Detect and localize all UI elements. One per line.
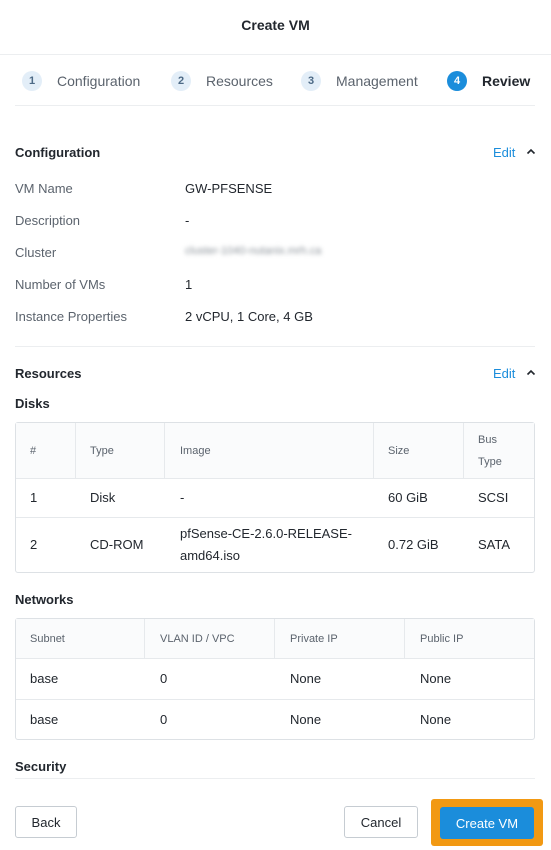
disk-size: 60 GiB <box>388 490 428 505</box>
cancel-button[interactable]: Cancel <box>344 806 418 838</box>
network-vlan: 0 <box>160 711 168 727</box>
disks-table: # Type Image Size Bus Type 1 Disk - 60 G… <box>15 422 535 573</box>
column-header-subnet: Subnet <box>30 632 65 645</box>
collapse-chevron-up-icon[interactable] <box>526 368 536 378</box>
step-label: Review <box>482 73 531 89</box>
table-row: base 0 None None <box>16 700 534 739</box>
description-value: - <box>185 213 190 228</box>
column-separator <box>164 423 165 478</box>
network-subnet: base <box>30 711 59 727</box>
disk-num: 1 <box>30 490 38 505</box>
networks-title: Networks <box>15 592 74 607</box>
step-number: 4 <box>447 71 467 91</box>
step-label: Resources <box>206 73 273 89</box>
vm-name-value: GW-PFSENSE <box>185 181 273 196</box>
column-separator <box>274 619 275 658</box>
instance-properties-value: 2 vCPU, 1 Core, 4 GB <box>185 309 313 324</box>
section-divider <box>15 346 535 347</box>
step-number: 3 <box>301 71 321 91</box>
number-of-vms-value: 1 <box>185 277 193 292</box>
disk-image: pfSense-CE-2.6.0-RELEASE- amd64.iso <box>180 518 352 572</box>
number-of-vms-label: Number of VMs <box>15 277 106 292</box>
column-header-public-ip: Public IP <box>420 632 464 645</box>
disk-size: 0.72 GiB <box>388 537 439 552</box>
table-row: 2 CD-ROM pfSense-CE-2.6.0-RELEASE- amd64… <box>16 518 534 572</box>
configuration-edit-link[interactable]: Edit <box>493 145 515 160</box>
collapse-chevron-up-icon[interactable] <box>526 147 536 157</box>
column-header-type: Type <box>90 444 114 457</box>
create-vm-button[interactable]: Create VM <box>440 807 534 839</box>
step-review[interactable]: 4 Review <box>447 70 530 92</box>
step-resources[interactable]: 2 Resources <box>171 70 273 92</box>
table-header-row: # Type Image Size Bus Type <box>16 423 534 479</box>
resources-section-title: Resources <box>15 366 82 381</box>
bus-header-line: Bus <box>478 433 497 446</box>
disk-bus: SATA <box>478 537 511 552</box>
disk-image: - <box>180 490 185 505</box>
disk-num: 2 <box>30 537 38 552</box>
wizard-steps: 1 Configuration 2 Resources 3 Management… <box>15 64 535 98</box>
footer-divider <box>15 778 535 779</box>
column-header-vlan: VLAN ID / VPC <box>160 632 235 645</box>
column-header-size: Size <box>388 444 410 457</box>
vm-name-label: VM Name <box>15 181 73 196</box>
table-row: 1 Disk - 60 GiB SCSI <box>16 479 534 518</box>
column-separator <box>463 423 464 478</box>
resources-edit-link[interactable]: Edit <box>493 366 515 381</box>
configuration-section-title: Configuration <box>15 145 101 160</box>
description-label: Description <box>15 213 81 228</box>
cluster-label: Cluster <box>15 245 57 260</box>
steps-divider <box>15 105 535 106</box>
column-header-image: Image <box>180 444 211 457</box>
network-private-ip: None <box>290 711 322 727</box>
disk-type: CD-ROM <box>90 537 144 552</box>
table-row: base 0 None None <box>16 659 534 700</box>
network-private-ip: None <box>290 671 322 686</box>
dialog-title: Create VM <box>241 17 310 33</box>
column-header-private-ip: Private IP <box>290 632 338 645</box>
column-separator <box>144 619 145 658</box>
column-separator <box>75 423 76 478</box>
instance-properties-label: Instance Properties <box>15 309 128 324</box>
network-subnet: base <box>30 671 59 686</box>
networks-table: Subnet VLAN ID / VPC Private IP Public I… <box>15 618 535 740</box>
column-separator <box>373 423 374 478</box>
column-header-bus-type: Bus Type <box>478 423 502 478</box>
disk-bus: SCSI <box>478 490 509 505</box>
column-separator <box>404 619 405 658</box>
step-configuration[interactable]: 1 Configuration <box>22 70 140 92</box>
disks-title: Disks <box>15 396 50 411</box>
step-label: Configuration <box>57 73 141 89</box>
step-management[interactable]: 3 Management <box>301 70 418 92</box>
step-number: 1 <box>22 71 42 91</box>
disk-type: Disk <box>90 490 116 505</box>
type-header-line: Type <box>478 455 502 468</box>
disk-image-line: amd64.iso <box>180 548 240 563</box>
back-button[interactable]: Back <box>15 806 77 838</box>
security-title: Security <box>15 759 67 774</box>
network-public-ip: None <box>420 711 452 727</box>
step-number: 2 <box>171 71 191 91</box>
network-vlan: 0 <box>160 671 168 686</box>
table-header-row: Subnet VLAN ID / VPC Private IP Public I… <box>16 619 534 659</box>
disk-image-line: pfSense-CE-2.6.0-RELEASE- <box>180 526 352 541</box>
column-header-num: # <box>30 444 37 457</box>
header-divider <box>0 54 551 55</box>
network-public-ip: None <box>420 671 452 686</box>
cluster-value: cluster-1040-nutanix.mrh.ca <box>185 245 322 257</box>
step-label: Management <box>336 73 418 89</box>
